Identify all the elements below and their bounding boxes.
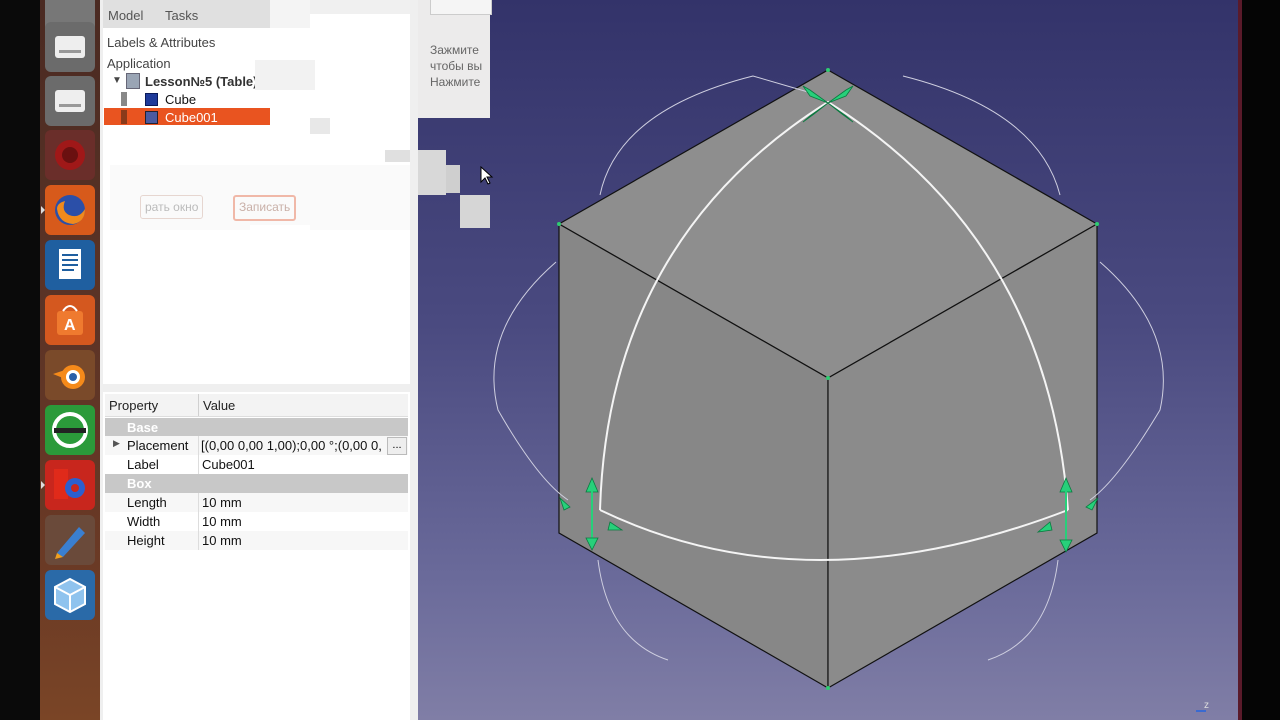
property-name: Label — [127, 457, 159, 472]
column-divider — [198, 455, 199, 474]
column-divider — [198, 493, 199, 512]
tree-item-cube[interactable]: Cube — [165, 92, 196, 107]
record-button[interactable]: Записать — [233, 195, 297, 221]
vertex-point — [826, 376, 830, 380]
virtualbox-icon[interactable] — [45, 570, 95, 620]
disk-icon[interactable] — [45, 22, 95, 72]
group-label: Box — [127, 476, 152, 491]
cube-icon — [145, 111, 158, 124]
window-border — [1238, 0, 1242, 720]
render-artifact — [446, 165, 460, 193]
hint-text: Нажмите — [430, 75, 481, 89]
tab-tasks[interactable]: Tasks — [165, 8, 198, 23]
software-center-icon[interactable]: A — [45, 295, 95, 345]
column-divider — [198, 512, 199, 531]
property-value[interactable]: [(0,00 0,00 1,00);0,00 °;(0,00 0, — [201, 438, 389, 453]
red-app-icon[interactable] — [45, 130, 95, 180]
rotation-arc-faint — [493, 261, 569, 501]
screen-left-edge — [0, 0, 40, 720]
render-artifact — [255, 60, 315, 90]
screen-right-edge — [1238, 0, 1280, 720]
tool-icon[interactable] — [45, 515, 95, 565]
green-app-icon[interactable] — [45, 405, 95, 455]
render-artifact — [310, 118, 330, 134]
property-name: Width — [127, 514, 161, 529]
render-artifact — [310, 0, 410, 14]
axis-indicator — [1196, 710, 1206, 712]
writer-icon[interactable] — [45, 240, 95, 290]
property-value[interactable]: 10 mm — [202, 533, 242, 548]
value-column-header: Value — [203, 398, 236, 413]
vertex-point — [826, 68, 830, 72]
render-artifact — [385, 150, 410, 162]
property-name: Placement — [127, 438, 189, 453]
property-row-label[interactable]: Label Cube001 — [105, 455, 408, 474]
property-column-header: Property — [109, 398, 159, 413]
column-divider — [198, 394, 199, 416]
tab-model[interactable]: Model — [108, 8, 143, 23]
property-name: Height — [127, 533, 165, 548]
group-base: Base — [105, 418, 408, 437]
tree-line — [121, 92, 127, 106]
property-value[interactable]: 10 mm — [202, 495, 242, 510]
group-box: Box — [105, 474, 408, 493]
vertex-point — [826, 686, 830, 690]
column-divider — [198, 436, 199, 455]
property-row-placement[interactable]: ▶ Placement [(0,00 0,00 1,00);0,00 °;(0,… — [105, 436, 408, 455]
hint-panel: Зажмите чтобы вы Нажмите — [418, 0, 492, 118]
3d-viewport[interactable]: Зажмите чтобы вы Нажмите z — [418, 0, 1240, 720]
property-row-length[interactable]: Length 10 mm — [105, 493, 408, 512]
tree-line — [121, 110, 127, 124]
property-row-width[interactable]: Width 10 mm — [105, 512, 408, 531]
expand-arrow-icon[interactable]: ▶ — [113, 438, 120, 449]
hint-text: чтобы вы — [430, 59, 483, 73]
render-artifact — [250, 225, 310, 245]
ubuntu-launcher: A — [40, 0, 100, 720]
labels-attributes-header: Labels & Attributes — [107, 35, 216, 50]
property-name: Length — [127, 495, 167, 510]
tree-item-cube001[interactable]: Cube001 — [165, 110, 218, 125]
panel-splitter[interactable] — [103, 384, 410, 390]
vertex-point — [557, 222, 561, 226]
ellipsis-button[interactable]: ... — [387, 437, 407, 455]
svg-text:A: A — [64, 317, 76, 334]
render-artifact — [418, 150, 446, 195]
rotation-arc-faint — [1089, 261, 1164, 501]
property-header: Property Value — [105, 394, 408, 417]
column-divider — [198, 531, 199, 550]
vertex-point — [1095, 222, 1099, 226]
blender-icon[interactable] — [45, 350, 95, 400]
application-label: Application — [107, 56, 171, 71]
3d-scene — [493, 68, 1164, 690]
close-window-button[interactable]: рать окно — [140, 195, 204, 219]
document-icon — [126, 73, 140, 89]
disk-icon[interactable] — [45, 76, 95, 126]
cube-icon — [145, 93, 158, 106]
tree-root-document[interactable]: Lesson№5 (Table) — [145, 74, 258, 89]
property-value[interactable]: Cube001 — [202, 457, 255, 472]
expand-arrow-icon[interactable]: ▼ — [112, 75, 122, 86]
property-row-height[interactable]: Height 10 mm — [105, 531, 408, 550]
group-label: Base — [127, 420, 159, 435]
render-artifact — [460, 195, 490, 228]
hint-panel-button[interactable] — [430, 0, 492, 15]
mouse-cursor-icon — [480, 166, 494, 185]
firefox-icon[interactable] — [41, 185, 95, 235]
freecad-icon[interactable] — [41, 460, 95, 510]
render-artifact — [270, 0, 310, 28]
property-value[interactable]: 10 mm — [202, 514, 242, 529]
hint-text: Зажмите — [430, 43, 479, 57]
